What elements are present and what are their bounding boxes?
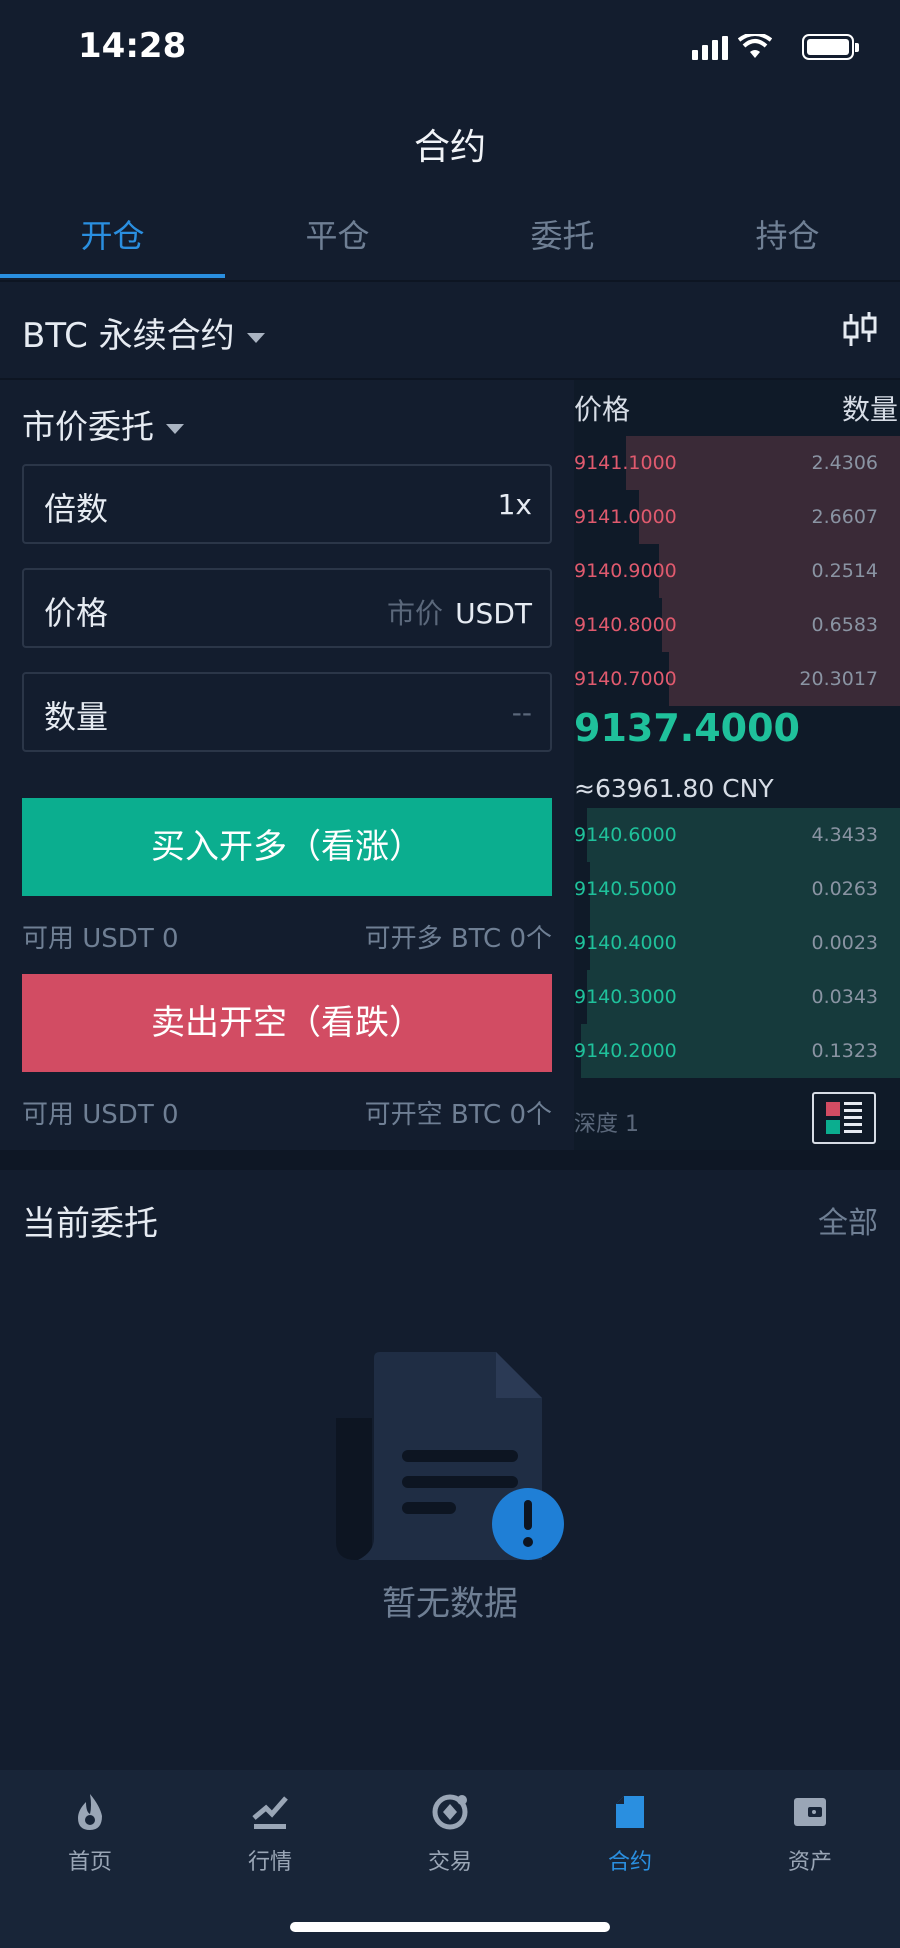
bid-price: 9140.5000 — [574, 878, 677, 900]
bid-row[interactable]: 9140.6000 4.3433 — [574, 808, 900, 862]
bid-row[interactable]: 9140.2000 0.1323 — [574, 1024, 900, 1078]
ask-qty: 2.6607 — [811, 506, 878, 528]
order-type-selector[interactable]: 市价委托 — [22, 400, 184, 448]
current-orders-title: 当前委托 — [22, 1204, 158, 1244]
nav-assets-label: 资产 — [787, 1850, 832, 1875]
cny-price: ≈63961.80 CNY — [574, 774, 774, 803]
sell-available: 可用 USDT 0 — [22, 1100, 179, 1130]
bid-qty: 0.1323 — [811, 1040, 878, 1062]
ask-qty: 0.2514 — [811, 560, 878, 582]
sell-openable: 可开空 BTC 0个 — [364, 1100, 552, 1130]
order-type-label: 市价委托 — [22, 407, 154, 446]
empty-document-icon — [336, 1352, 564, 1560]
contract-name: BTC 永续合约 — [22, 316, 235, 356]
tab-orders[interactable]: 委托 — [450, 206, 675, 280]
bid-row[interactable]: 9140.5000 0.0263 — [574, 862, 900, 916]
ask-row[interactable]: 9140.9000 0.2514 — [574, 544, 900, 598]
leverage-field[interactable]: 倍数 1x — [22, 464, 552, 544]
bid-qty: 0.0263 — [811, 878, 878, 900]
ask-qty: 0.6583 — [811, 614, 878, 636]
ask-qty: 20.3017 — [799, 668, 878, 690]
quantity-header: 数量 — [841, 393, 898, 426]
ask-row[interactable]: 9141.0000 2.6607 — [574, 490, 900, 544]
ask-price: 9140.8000 — [574, 614, 677, 636]
price-placeholder: 市价 — [387, 597, 444, 630]
candlestick-icon[interactable] — [840, 310, 880, 350]
tab-close[interactable]: 平仓 — [225, 206, 450, 280]
price-header: 价格 — [574, 393, 631, 426]
chevron-down-icon — [246, 332, 265, 343]
exchange-icon — [432, 1794, 468, 1830]
wifi-icon — [738, 34, 772, 58]
contract-icon — [616, 1796, 644, 1828]
orderbook-layout-icon — [826, 1102, 862, 1134]
buy-openable: 可开多 BTC 0个 — [364, 924, 552, 954]
quantity-placeholder: -- — [511, 696, 532, 729]
nav-contract-label: 合约 — [607, 1850, 652, 1875]
nav-market-label: 行情 — [247, 1850, 292, 1875]
tab-positions[interactable]: 持仓 — [675, 206, 900, 280]
nav-trade-label: 交易 — [427, 1850, 472, 1875]
nav-home-label: 首页 — [67, 1850, 112, 1875]
bid-qty: 4.3433 — [811, 824, 878, 846]
ask-row[interactable]: 9140.7000 20.3017 — [574, 652, 900, 706]
chart-icon — [252, 1796, 288, 1829]
bid-qty: 0.0023 — [811, 932, 878, 954]
buy-available: 可用 USDT 0 — [22, 924, 179, 954]
page-title: 合约 — [413, 127, 486, 168]
order-book-header: 价格 数量 — [574, 384, 900, 436]
ask-qty: 2.4306 — [811, 452, 878, 474]
tab-active-indicator — [0, 274, 225, 278]
bid-qty: 0.0343 — [811, 986, 878, 1008]
bid-row[interactable]: 9140.4000 0.0023 — [574, 916, 900, 970]
ask-row[interactable]: 9141.1000 2.4306 — [574, 436, 900, 490]
bid-price: 9140.2000 — [574, 1040, 677, 1062]
depth-layout-toggle[interactable] — [812, 1092, 876, 1144]
depth-selector[interactable]: 深度 1 — [574, 1106, 639, 1138]
ask-price: 9141.0000 — [574, 506, 677, 528]
price-unit: USDT — [455, 597, 532, 630]
ask-price: 9140.9000 — [574, 560, 677, 582]
quantity-label: 数量 — [44, 698, 109, 736]
tab-open[interactable]: 开仓 — [0, 206, 225, 280]
leverage-label: 倍数 — [44, 490, 109, 528]
battery-icon — [802, 34, 859, 60]
wallet-icon — [794, 1798, 826, 1826]
leverage-value: 1x — [497, 488, 532, 521]
ask-row[interactable]: 9140.8000 0.6583 — [574, 598, 900, 652]
buy-long-button[interactable]: 买入开多（看涨） — [22, 798, 552, 896]
bid-price: 9140.4000 — [574, 932, 677, 954]
quantity-field[interactable]: 数量 -- — [22, 672, 552, 752]
signal-icon — [692, 36, 728, 60]
section-divider — [0, 1150, 900, 1170]
contract-selector[interactable]: BTC 永续合约 — [22, 308, 265, 357]
empty-state-text: 暂无数据 — [382, 1584, 518, 1624]
view-all-link[interactable]: 全部 — [818, 1198, 878, 1242]
bid-price: 9140.6000 — [574, 824, 677, 846]
home-indicator — [290, 1922, 610, 1932]
sell-short-button[interactable]: 卖出开空（看跌） — [22, 974, 552, 1072]
last-price: 9137.4000 — [574, 706, 800, 750]
flame-icon — [78, 1794, 102, 1830]
ask-price: 9141.1000 — [574, 452, 677, 474]
price-label: 价格 — [44, 594, 109, 632]
ask-price: 9140.7000 — [574, 668, 677, 690]
chevron-down-icon — [166, 423, 184, 434]
price-field[interactable]: 价格 市价 USDT — [22, 568, 552, 648]
bid-row[interactable]: 9140.3000 0.0343 — [574, 970, 900, 1024]
tab-bar: 开仓 平仓 委托 持仓 — [0, 206, 900, 282]
bid-price: 9140.3000 — [574, 986, 677, 1008]
status-time: 14:28 — [78, 26, 187, 66]
